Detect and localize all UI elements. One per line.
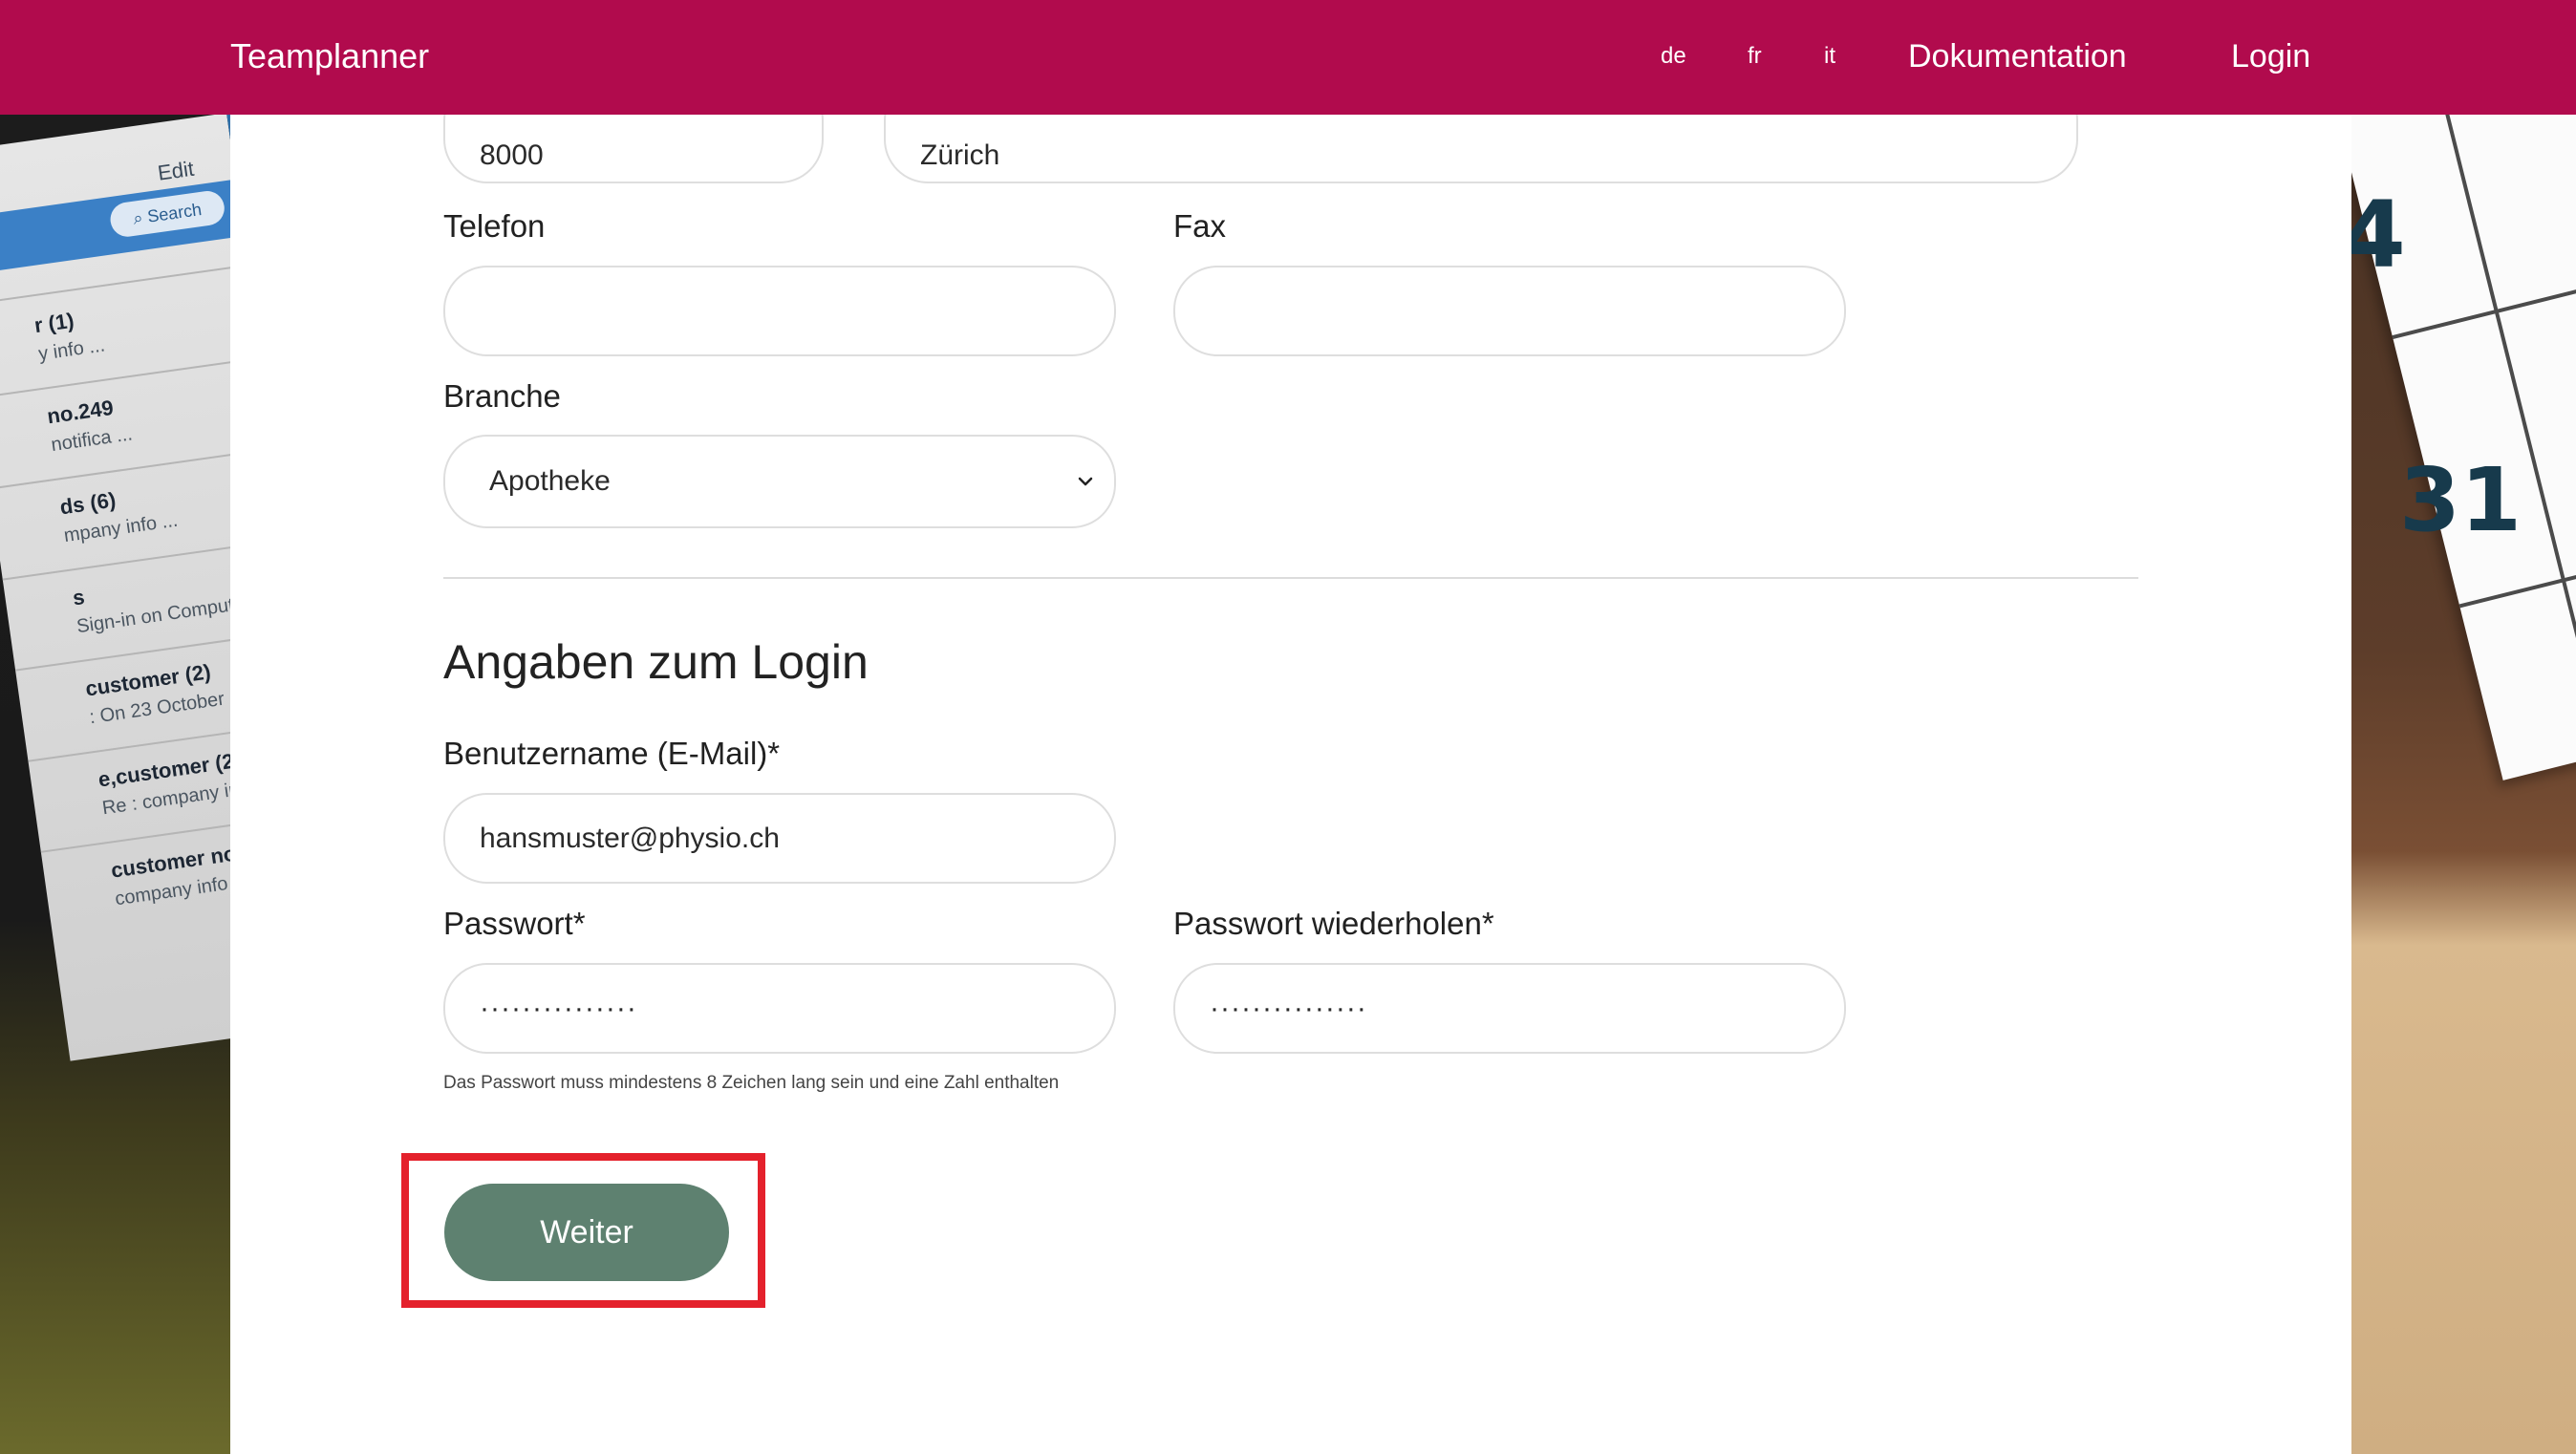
weiter-button[interactable]: Weiter bbox=[444, 1184, 729, 1281]
background-left-image: Edit ⌕ Search r (1) y info ... no.249 no… bbox=[0, 115, 231, 1454]
industry-selected-value: Apotheke bbox=[489, 465, 611, 497]
login-section-title: Angaben zum Login bbox=[443, 635, 869, 689]
chevron-down-icon bbox=[1078, 477, 1093, 486]
calendar-number: 31 bbox=[2399, 449, 2522, 551]
password-value: ··············· bbox=[480, 992, 637, 1024]
username-label: Benutzername (E-Mail)* bbox=[443, 736, 781, 771]
section-divider bbox=[443, 577, 2138, 579]
documentation-link[interactable]: Dokumentation bbox=[1908, 32, 2127, 80]
password-repeat-label: Passwort wiederholen* bbox=[1173, 906, 1494, 941]
bg-divider bbox=[2, 538, 231, 581]
calendar-number: 4 bbox=[2351, 182, 2406, 289]
bg-divider bbox=[0, 447, 231, 490]
industry-select[interactable]: Apotheke bbox=[443, 435, 1116, 528]
brand-link[interactable]: Teamplanner bbox=[230, 32, 429, 80]
lang-it-link[interactable]: it bbox=[1824, 32, 1835, 80]
bg-edit-text: Edit bbox=[156, 156, 196, 185]
city-value: Zürich bbox=[920, 139, 1000, 171]
password-label: Passwort* bbox=[443, 906, 586, 941]
calendar-grid-line bbox=[2424, 115, 2576, 756]
industry-label: Branche bbox=[443, 378, 561, 414]
background-right-image: 4 31 bbox=[2351, 115, 2576, 1454]
bg-divider bbox=[0, 264, 231, 307]
fax-field[interactable] bbox=[1173, 266, 1846, 356]
bg-item-title: no.249 bbox=[45, 395, 116, 429]
fax-label: Fax bbox=[1173, 208, 1227, 244]
username-value: hansmuster@physio.ch bbox=[480, 822, 780, 854]
password-field[interactable]: ··············· bbox=[443, 963, 1116, 1054]
phone-label: Telefon bbox=[443, 208, 546, 244]
bg-divider bbox=[0, 356, 231, 399]
background-tablet: Edit ⌕ Search r (1) y info ... no.249 no… bbox=[0, 115, 231, 1061]
bg-item-sub: y info ... bbox=[36, 334, 107, 365]
password-repeat-field[interactable]: ··············· bbox=[1173, 963, 1846, 1054]
bg-item-title: s bbox=[71, 584, 87, 610]
bg-item-title: r (1) bbox=[32, 308, 76, 338]
bg-item-sub: notifica ... bbox=[50, 423, 135, 457]
password-hint: Das Passwort muss mindestens 8 Zeichen l… bbox=[443, 1073, 1060, 1093]
login-link[interactable]: Login bbox=[2231, 32, 2310, 80]
lang-de-link[interactable]: de bbox=[1661, 32, 1686, 80]
lang-fr-link[interactable]: fr bbox=[1748, 32, 1762, 80]
password-repeat-value: ··············· bbox=[1210, 992, 1367, 1024]
bg-item-title: ds (6) bbox=[58, 487, 118, 520]
bg-item-sub: Sign-in on Computer ... bbox=[75, 589, 231, 638]
phone-field[interactable] bbox=[443, 266, 1116, 356]
registration-form-card: 8000 Zürich Telefon Fax Branche Apotheke… bbox=[230, 76, 2351, 1454]
top-navbar: Teamplanner de fr it Dokumentation Login bbox=[0, 0, 2576, 115]
username-email-field[interactable]: hansmuster@physio.ch bbox=[443, 793, 1116, 884]
bg-search-text: Search bbox=[146, 199, 204, 226]
zip-value: 8000 bbox=[480, 139, 544, 171]
